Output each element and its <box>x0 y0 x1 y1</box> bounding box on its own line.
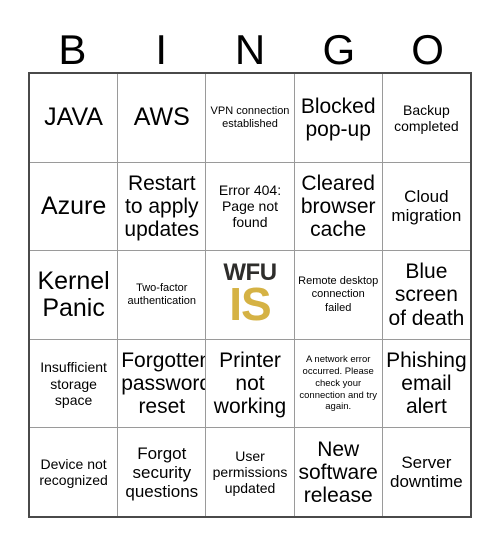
logo-is-text: IS <box>229 277 271 330</box>
bingo-cell-r5c5[interactable]: Server downtime <box>382 428 470 516</box>
bingo-cell-label: Kernel Panic <box>37 266 110 322</box>
bingo-cell-r4c1[interactable]: Insufficient storage space <box>30 339 118 428</box>
bingo-cell-label: Blue screen of death <box>388 260 465 330</box>
bingo-cell-r4c2[interactable]: Forgotten password reset <box>118 339 206 428</box>
bingo-cell-label: User permissions updated <box>212 448 288 497</box>
bingo-cell-r3c5[interactable]: Blue screen of death <box>382 251 470 339</box>
bingo-cell-label: Device not recognized <box>39 456 108 489</box>
bingo-cell-label: Server downtime <box>390 453 463 492</box>
bingo-header-letter-o: O <box>411 26 444 73</box>
bingo-cell-r2c3[interactable]: Error 404: Page not found <box>206 162 294 251</box>
bingo-cell-r5c1[interactable]: Device not recognized <box>30 428 118 516</box>
bingo-cell-label: Azure <box>40 191 107 220</box>
bingo-cell-r4c4[interactable]: A network error occurred. Please check y… <box>294 339 382 428</box>
bingo-header-letter-i: I <box>155 26 168 73</box>
bingo-header-letter-n: N <box>234 26 266 73</box>
bingo-cell-label: Restart to apply updates <box>124 171 200 241</box>
bingo-cell-label: Remote desktop connection failed <box>298 275 379 314</box>
bingo-cell-r1c4[interactable]: Blocked pop-up <box>294 74 382 162</box>
bingo-cell-r3c2[interactable]: Two-factor authentication <box>118 251 206 339</box>
bingo-cell-label: Printer not working <box>213 348 287 419</box>
bingo-cell-r5c4[interactable]: New software release <box>294 428 382 516</box>
bingo-cell-r4c5[interactable]: Phishing email alert <box>382 339 470 428</box>
bingo-cell-label: Cloud migration <box>391 187 462 226</box>
bingo-cell-label: Error 404: Page not found <box>218 182 282 231</box>
bingo-cell-label: Insufficient storage space <box>40 359 107 408</box>
bingo-cell-r2c4[interactable]: Cleared browser cache <box>294 162 382 251</box>
bingo-cell-label: New software release <box>298 437 378 507</box>
bingo-grid: JAVA AWS VPN connection established Blocked… <box>28 72 472 518</box>
bingo-cell-label: Cleared browser cache <box>300 171 376 241</box>
bingo-header: BINGO <box>28 14 472 72</box>
bingo-cell-r1c3[interactable]: VPN connection established <box>206 74 294 162</box>
bingo-cell-r5c3[interactable]: User permissions updated <box>206 428 294 516</box>
bingo-cell-label: AWS <box>133 103 190 132</box>
bingo-cell-label: Forgotten password reset <box>121 348 206 419</box>
bingo-cell-label: Two-factor authentication <box>127 281 197 307</box>
bingo-cell-r3c4[interactable]: Remote desktop connection failed <box>294 251 382 339</box>
bingo-cell-label: A network error occurred. Please check y… <box>299 353 378 413</box>
bingo-cell-r1c2[interactable]: AWS <box>118 74 206 162</box>
bingo-cell-label: Phishing email alert <box>386 348 467 419</box>
bingo-cell-label: Blocked pop-up <box>300 94 376 141</box>
bingo-cell-label: Forgot security questions <box>125 443 199 501</box>
bingo-cell-r2c5[interactable]: Cloud migration <box>382 162 470 251</box>
bingo-cell-r3c1[interactable]: Kernel Panic <box>30 251 118 339</box>
bingo-cell-r1c1[interactable]: JAVA <box>30 74 118 162</box>
bingo-cell-r5c2[interactable]: Forgot security questions <box>118 428 206 516</box>
bingo-cell-r4c3[interactable]: Printer not working <box>206 339 294 428</box>
bingo-header-letter-g: G <box>322 26 356 73</box>
bingo-cell-free-space-logo[interactable]: WFU IS <box>206 251 294 339</box>
bingo-cell-r1c5[interactable]: Backup completed <box>382 74 470 162</box>
bingo-cell-label: Backup completed <box>394 101 459 134</box>
bingo-cell-label: VPN connection established <box>210 104 290 130</box>
bingo-cell-label: JAVA <box>44 103 103 132</box>
wfu-is-logo: WFU IS <box>223 260 277 330</box>
bingo-header-letter-b: B <box>58 26 87 73</box>
bingo-card: B I N G O JAVA AWS VPN connection established B… <box>0 0 500 544</box>
bingo-cell-r2c1[interactable]: Azure <box>30 162 118 251</box>
bingo-cell-r2c2[interactable]: Restart to apply updates <box>118 162 206 251</box>
